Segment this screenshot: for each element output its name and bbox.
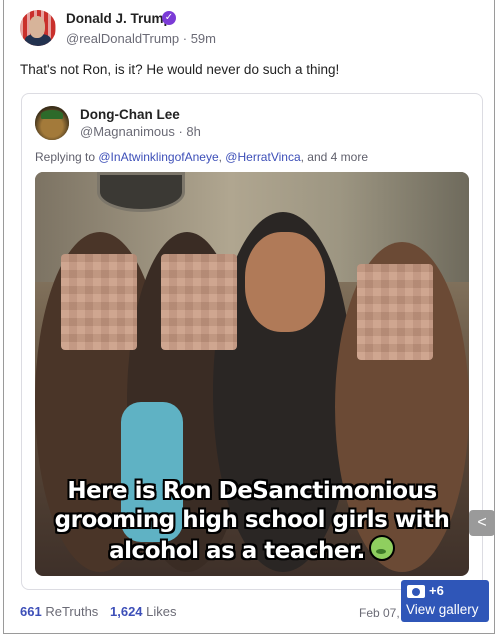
view-gallery-button[interactable]: +6 View gallery: [401, 580, 489, 622]
gallery-label: View gallery: [406, 602, 479, 617]
replying-to: Replying to @InAtwinklingofAneye, @Herra…: [35, 150, 368, 164]
quoted-author-name[interactable]: Dong-Chan Lee: [80, 107, 180, 122]
caption-line-3: alcohol as a teacher.: [35, 535, 469, 566]
nauseated-face-emoji-icon: [368, 535, 395, 561]
mention-link[interactable]: @InAtwinklingofAneye: [98, 150, 218, 164]
retruths-label: ReTruths: [45, 604, 99, 619]
face-shape: [245, 232, 325, 332]
retruths-stat[interactable]: 661 ReTruths: [20, 604, 98, 619]
caption-line: alcohol as a teacher.: [109, 538, 365, 564]
quoted-author-handle[interactable]: @Magnanimous · 8h: [80, 124, 201, 139]
mention-link[interactable]: @HerratVinca: [225, 150, 300, 164]
post-date: Feb 07,: [359, 606, 400, 620]
replying-prefix: Replying to: [35, 150, 99, 164]
gallery-count: +6: [429, 583, 444, 598]
blurred-face: [161, 254, 237, 350]
post-text: That's not Ron, is it? He would never do…: [20, 62, 340, 77]
wall-clock-shape: [97, 172, 185, 212]
likes-stat[interactable]: 1,624 Likes: [110, 604, 177, 619]
blurred-face: [357, 264, 433, 360]
author-avatar[interactable]: [20, 10, 56, 46]
share-icon[interactable]: <: [469, 510, 495, 536]
caption-line: Here is Ron DeSanctimonious: [67, 478, 437, 504]
image-caption: Here is Ron DeSanctimonious grooming hig…: [35, 477, 469, 566]
caption-line: grooming high school girls with: [54, 507, 450, 533]
likes-label: Likes: [146, 604, 177, 619]
retruths-count: 661: [20, 604, 42, 619]
author-handle[interactable]: @realDonaldTrump · 59m: [66, 31, 216, 46]
verified-badge-icon: ✓: [162, 11, 176, 25]
camera-icon: [407, 585, 425, 598]
author-name[interactable]: Donald J. Trump: [66, 11, 172, 26]
post-image[interactable]: Here is Ron DeSanctimonious grooming hig…: [35, 172, 469, 576]
likes-count: 1,624: [110, 604, 143, 619]
blurred-face: [61, 254, 137, 350]
replying-suffix: , and 4 more: [300, 150, 368, 164]
quoted-author-avatar[interactable]: [35, 106, 69, 140]
